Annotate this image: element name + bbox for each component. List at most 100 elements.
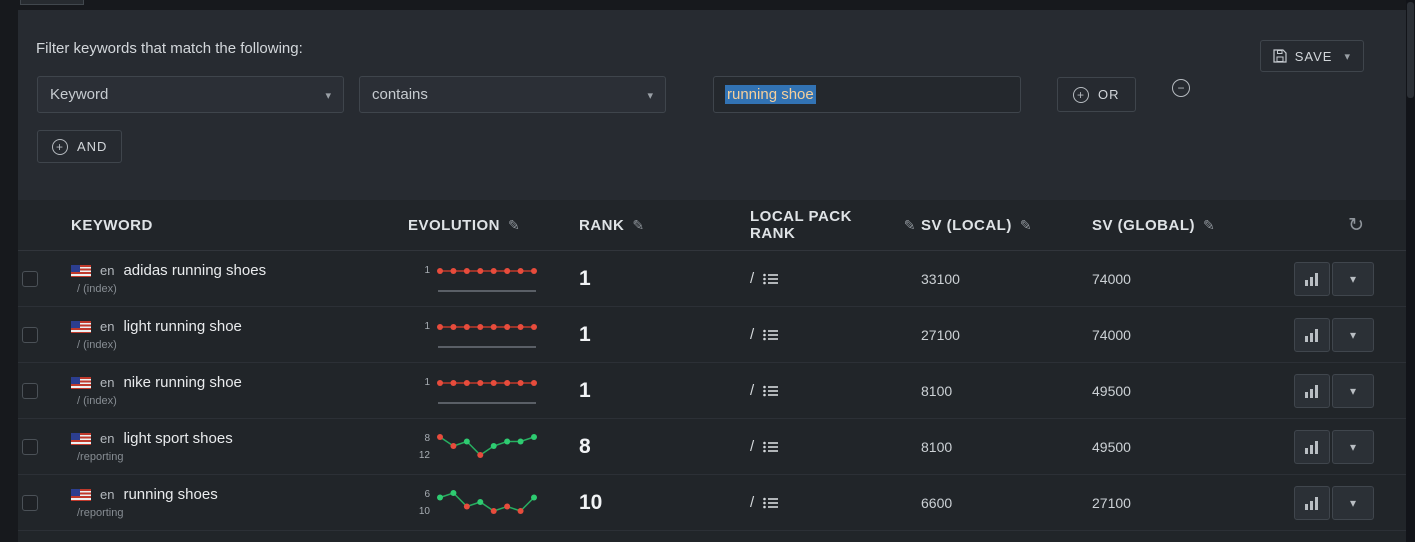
local-pack-rank-value: / (750, 270, 754, 287)
sv-local-cell: 33100 (916, 271, 1087, 287)
keyword-name: running shoes (123, 486, 217, 503)
keyword-path: /reporting (77, 507, 403, 519)
chart-button[interactable] (1294, 374, 1330, 408)
row-menu-button[interactable] (1332, 374, 1374, 408)
list-icon[interactable] (763, 329, 778, 341)
row-checkbox[interactable] (22, 439, 38, 455)
keyword-path: /reporting (77, 451, 403, 463)
save-button[interactable]: SAVE (1260, 40, 1364, 72)
and-button[interactable]: AND (37, 130, 122, 163)
row-checkbox[interactable] (22, 327, 38, 343)
table-body: en adidas running shoes / (index) 1 1 / … (18, 251, 1406, 531)
filter-value-selected-text: running shoe (725, 85, 816, 104)
evolution-labels: 1 (408, 376, 430, 406)
rank-cell: 8 (574, 435, 745, 459)
table-header-row: KEYWORD EVOLUTION RANK LOCAL PACK RANK S… (18, 200, 1406, 251)
table-row: en adidas running shoes / (index) 1 1 / … (18, 251, 1406, 307)
keyword-path: / (index) (77, 339, 403, 351)
header-sv-global-label: SV (GLOBAL) (1092, 217, 1195, 234)
evolution-cell: 610 (403, 488, 574, 518)
edit-column-icon[interactable] (1203, 217, 1215, 234)
chart-button[interactable] (1294, 318, 1330, 352)
row-actions (1258, 262, 1406, 296)
or-button[interactable]: OR (1057, 77, 1136, 112)
edit-column-icon[interactable] (1020, 217, 1032, 234)
filter-operator-select[interactable]: contains (359, 76, 666, 113)
chart-button[interactable] (1294, 262, 1330, 296)
bar-chart-icon (1304, 496, 1320, 510)
chevron-down-icon (1350, 439, 1356, 455)
row-menu-button[interactable] (1332, 486, 1374, 520)
evolution-labels: 610 (408, 488, 430, 518)
row-checkbox-cell (18, 383, 66, 399)
filter-field-select[interactable]: Keyword (37, 76, 344, 113)
language-label: en (100, 319, 114, 334)
edit-column-icon[interactable] (632, 217, 644, 234)
bar-chart-icon (1304, 384, 1320, 398)
bar-chart-icon (1304, 440, 1320, 454)
list-icon[interactable] (763, 385, 778, 397)
rank-cell: 1 (574, 379, 745, 403)
chevron-down-icon (1350, 327, 1356, 343)
evolution-cell: 1 (403, 320, 574, 350)
header-sv-local-label: SV (LOCAL) (921, 217, 1012, 234)
rank-cell: 10 (574, 491, 745, 515)
row-menu-button[interactable] (1332, 430, 1374, 464)
header-keyword: KEYWORD (66, 217, 403, 234)
or-button-label: OR (1098, 87, 1120, 102)
local-pack-rank-value: / (750, 326, 754, 343)
row-checkbox-cell (18, 439, 66, 455)
header-local-pack-rank: LOCAL PACK RANK (745, 208, 916, 242)
row-checkbox[interactable] (22, 383, 38, 399)
table-row: en light running shoe / (index) 1 1 / 27… (18, 307, 1406, 363)
row-menu-button[interactable] (1332, 318, 1374, 352)
scrollbar[interactable] (1406, 0, 1415, 542)
list-icon[interactable] (763, 497, 778, 509)
header-rank-label: RANK (579, 217, 624, 234)
row-menu-button[interactable] (1332, 262, 1374, 296)
sv-global-cell: 49500 (1087, 439, 1258, 455)
row-checkbox[interactable] (22, 271, 38, 287)
chevron-down-icon (1350, 271, 1356, 287)
language-label: en (100, 487, 114, 502)
list-icon[interactable] (763, 273, 778, 285)
keyword-name: light sport shoes (123, 430, 232, 447)
rank-cell: 1 (574, 323, 745, 347)
row-actions (1258, 374, 1406, 408)
evolution-cell: 1 (403, 264, 574, 294)
filter-value-input[interactable]: running shoe (713, 76, 1021, 113)
scrollbar-thumb[interactable] (1407, 2, 1414, 98)
bar-chart-icon (1304, 328, 1320, 342)
bar-chart-icon (1304, 272, 1320, 286)
header-sv-global: SV (GLOBAL) (1087, 217, 1258, 234)
filter-section: Filter keywords that match the following… (18, 10, 1406, 200)
header-sv-local: SV (LOCAL) (916, 217, 1087, 234)
local-pack-cell: / (745, 382, 916, 399)
keyword-path: / (index) (77, 395, 403, 407)
row-checkbox[interactable] (22, 495, 38, 511)
and-button-label: AND (77, 139, 107, 154)
keyword-name: nike running shoe (123, 374, 241, 391)
keywords-table: KEYWORD EVOLUTION RANK LOCAL PACK RANK S… (18, 200, 1406, 531)
remove-condition-icon[interactable] (1172, 79, 1190, 97)
evolution-labels: 812 (408, 432, 430, 462)
table-row: en nike running shoe / (index) 1 1 / 810… (18, 363, 1406, 419)
sv-local-cell: 8100 (916, 383, 1087, 399)
sv-global-cell: 27100 (1087, 495, 1258, 511)
evolution-cell: 812 (403, 432, 574, 462)
evolution-sparkline (435, 264, 539, 294)
edit-column-icon[interactable] (904, 217, 916, 234)
refresh-icon[interactable] (1348, 214, 1364, 237)
chart-button[interactable] (1294, 430, 1330, 464)
list-icon[interactable] (763, 441, 778, 453)
plus-circle-icon (1073, 87, 1089, 103)
keyword-cell: en nike running shoe / (index) (66, 374, 403, 407)
chart-button[interactable] (1294, 486, 1330, 520)
rank-cell: 1 (574, 267, 745, 291)
evolution-labels: 1 (408, 320, 430, 350)
row-actions (1258, 486, 1406, 520)
chevron-down-icon (1344, 49, 1351, 63)
save-button-label: SAVE (1295, 49, 1333, 64)
local-pack-rank-value: / (750, 494, 754, 511)
edit-column-icon[interactable] (508, 217, 520, 234)
